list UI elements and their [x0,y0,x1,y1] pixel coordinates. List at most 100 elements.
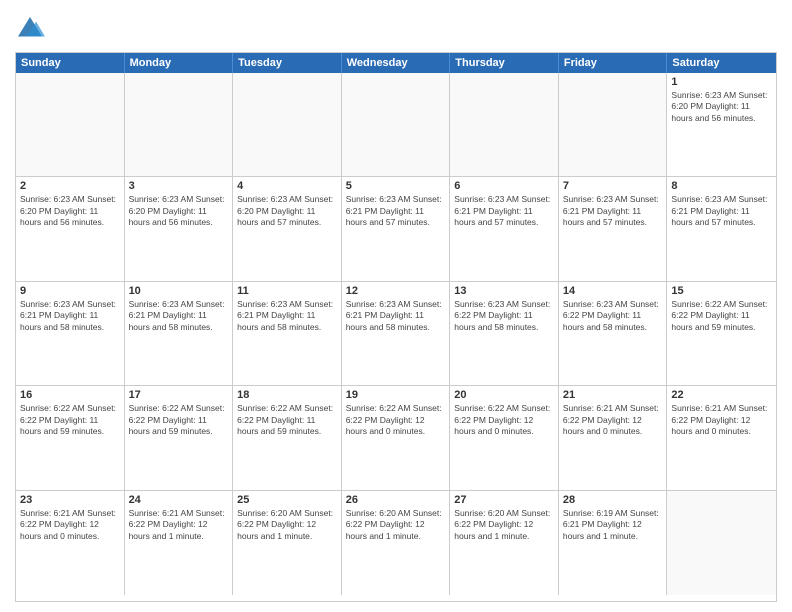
day-number: 1 [671,76,772,88]
day-number: 17 [129,389,229,401]
day-info: Sunrise: 6:22 AM Sunset: 6:22 PM Dayligh… [20,403,120,437]
day-info: Sunrise: 6:22 AM Sunset: 6:22 PM Dayligh… [129,403,229,437]
day-cell-25: 25Sunrise: 6:20 AM Sunset: 6:22 PM Dayli… [233,491,342,595]
day-number: 11 [237,285,337,297]
day-number: 5 [346,180,446,192]
day-info: Sunrise: 6:23 AM Sunset: 6:21 PM Dayligh… [454,194,554,228]
header-day-monday: Monday [125,53,234,73]
day-number: 27 [454,494,554,506]
day-number: 2 [20,180,120,192]
day-number: 4 [237,180,337,192]
day-number: 10 [129,285,229,297]
calendar-row-5: 23 Sunrise: 6:21 AM Sunset: 6:22 PM Dayli… [16,491,776,595]
day-number: 19 [346,389,446,401]
day-number: 15 [671,285,772,297]
day-info: Sunrise: 6:22 AM Sunset: 6:22 PM Dayligh… [454,403,554,437]
day-number: 3 [129,180,229,192]
header-day-tuesday: Tuesday [233,53,342,73]
calendar-header: SundayMondayTuesdayWednesdayThursdayFrid… [16,53,776,73]
day-number: 24 [129,494,229,506]
day-cell-24: 24 Sunrise: 6:21 AM Sunset: 6:22 PM Dayli… [125,491,234,595]
day-info: Sunrise: 6:22 AM Sunset: 6:22 PM Dayligh… [671,299,772,333]
day-cell-27: 27 Sunrise: 6:20 AM Sunset: 6:22 PM Dayli… [450,491,559,595]
header-day-friday: Friday [559,53,668,73]
day-info: Sunrise: 6:23 AM Sunset: 6:21 PM Dayligh… [129,299,229,333]
day-info: Sunrise: 6:22 AM Sunset: 6:22 PM Dayligh… [237,403,337,437]
day-number: 14 [563,285,663,297]
day-number: 20 [454,389,554,401]
day-cell-22: 22 Sunrise: 6:21 AM Sunset: 6:22 PM Dayli… [667,386,776,489]
day-info: Sunrise: 6:23 AM Sunset: 6:20 PM Dayligh… [129,194,229,228]
day-info: Sunrise: 6:23 AM Sunset: 6:21 PM Dayligh… [346,299,446,333]
day-cell-13: 13 Sunrise: 6:23 AM Sunset: 6:22 PM Dayli… [450,282,559,385]
day-number: 23 [20,494,120,506]
page: SundayMondayTuesdayWednesdayThursdayFrid… [0,0,792,612]
day-info: Sunrise: 6:23 AM Sunset: 6:22 PM Dayligh… [563,299,663,333]
day-cell-19: 19 Sunrise: 6:22 AM Sunset: 6:22 PM Dayli… [342,386,451,489]
day-info: Sunrise: 6:21 AM Sunset: 6:22 PM Dayligh… [20,508,120,542]
calendar-body: 1 Sunrise: 6:23 AM Sunset: 6:20 PM Daylig… [16,73,776,595]
day-info: Sunrise: 6:23 AM Sunset: 6:21 PM Dayligh… [237,299,337,333]
day-cell-11: 11 Sunrise: 6:23 AM Sunset: 6:21 PM Dayli… [233,282,342,385]
day-number: 21 [563,389,663,401]
empty-cell-0-5 [559,73,668,176]
day-cell-23: 23 Sunrise: 6:21 AM Sunset: 6:22 PM Dayli… [16,491,125,595]
day-cell-18: 18Sunrise: 6:22 AM Sunset: 6:22 PM Dayli… [233,386,342,489]
day-cell-17: 17 Sunrise: 6:22 AM Sunset: 6:22 PM Dayli… [125,386,234,489]
day-number: 7 [563,180,663,192]
day-cell-12: 12 Sunrise: 6:23 AM Sunset: 6:21 PM Dayli… [342,282,451,385]
day-info: Sunrise: 6:21 AM Sunset: 6:22 PM Dayligh… [129,508,229,542]
day-info: Sunrise: 6:23 AM Sunset: 6:21 PM Dayligh… [346,194,446,228]
header [15,10,777,44]
day-info: Sunrise: 6:22 AM Sunset: 6:22 PM Dayligh… [346,403,446,437]
day-number: 9 [20,285,120,297]
day-info: Sunrise: 6:23 AM Sunset: 6:20 PM Dayligh… [671,90,772,124]
header-day-saturday: Saturday [667,53,776,73]
day-cell-28: 28 Sunrise: 6:19 AM Sunset: 6:21 PM Dayli… [559,491,668,595]
day-cell-20: 20 Sunrise: 6:22 AM Sunset: 6:22 PM Dayli… [450,386,559,489]
day-cell-7: 7Sunrise: 6:23 AM Sunset: 6:21 PM Daylig… [559,177,668,280]
calendar-row-1: 1 Sunrise: 6:23 AM Sunset: 6:20 PM Daylig… [16,73,776,177]
empty-cell-0-1 [125,73,234,176]
empty-cell-0-2 [233,73,342,176]
day-number: 6 [454,180,554,192]
day-info: Sunrise: 6:21 AM Sunset: 6:22 PM Dayligh… [563,403,663,437]
day-info: Sunrise: 6:23 AM Sunset: 6:22 PM Dayligh… [454,299,554,333]
day-cell-6: 6 Sunrise: 6:23 AM Sunset: 6:21 PM Daylig… [450,177,559,280]
day-cell-1: 1 Sunrise: 6:23 AM Sunset: 6:20 PM Daylig… [667,73,776,176]
day-number: 8 [671,180,772,192]
day-info: Sunrise: 6:23 AM Sunset: 6:20 PM Dayligh… [237,194,337,228]
day-cell-14: 14 Sunrise: 6:23 AM Sunset: 6:22 PM Dayli… [559,282,668,385]
day-cell-16: 16 Sunrise: 6:22 AM Sunset: 6:22 PM Dayli… [16,386,125,489]
day-info: Sunrise: 6:20 AM Sunset: 6:22 PM Dayligh… [454,508,554,542]
header-day-wednesday: Wednesday [342,53,451,73]
day-info: Sunrise: 6:23 AM Sunset: 6:21 PM Dayligh… [671,194,772,228]
day-info: Sunrise: 6:23 AM Sunset: 6:20 PM Dayligh… [20,194,120,228]
day-cell-21: 21 Sunrise: 6:21 AM Sunset: 6:22 PM Dayli… [559,386,668,489]
day-number: 13 [454,285,554,297]
day-number: 28 [563,494,663,506]
day-number: 26 [346,494,446,506]
calendar: SundayMondayTuesdayWednesdayThursdayFrid… [15,52,777,602]
day-info: Sunrise: 6:23 AM Sunset: 6:21 PM Dayligh… [20,299,120,333]
day-cell-4: 4 Sunrise: 6:23 AM Sunset: 6:20 PM Daylig… [233,177,342,280]
header-day-thursday: Thursday [450,53,559,73]
day-info: Sunrise: 6:19 AM Sunset: 6:21 PM Dayligh… [563,508,663,542]
logo [15,14,47,44]
empty-cell-4-6 [667,491,776,595]
day-cell-15: 15 Sunrise: 6:22 AM Sunset: 6:22 PM Dayli… [667,282,776,385]
day-cell-10: 10 Sunrise: 6:23 AM Sunset: 6:21 PM Dayli… [125,282,234,385]
logo-icon [15,14,45,44]
empty-cell-0-3 [342,73,451,176]
day-cell-26: 26Sunrise: 6:20 AM Sunset: 6:22 PM Dayli… [342,491,451,595]
day-cell-5: 5 Sunrise: 6:23 AM Sunset: 6:21 PM Daylig… [342,177,451,280]
day-number: 16 [20,389,120,401]
day-info: Sunrise: 6:21 AM Sunset: 6:22 PM Dayligh… [671,403,772,437]
day-cell-9: 9 Sunrise: 6:23 AM Sunset: 6:21 PM Daylig… [16,282,125,385]
day-number: 25 [237,494,337,506]
day-number: 22 [671,389,772,401]
header-day-sunday: Sunday [16,53,125,73]
day-cell-8: 8 Sunrise: 6:23 AM Sunset: 6:21 PM Daylig… [667,177,776,280]
day-number: 12 [346,285,446,297]
empty-cell-0-0 [16,73,125,176]
